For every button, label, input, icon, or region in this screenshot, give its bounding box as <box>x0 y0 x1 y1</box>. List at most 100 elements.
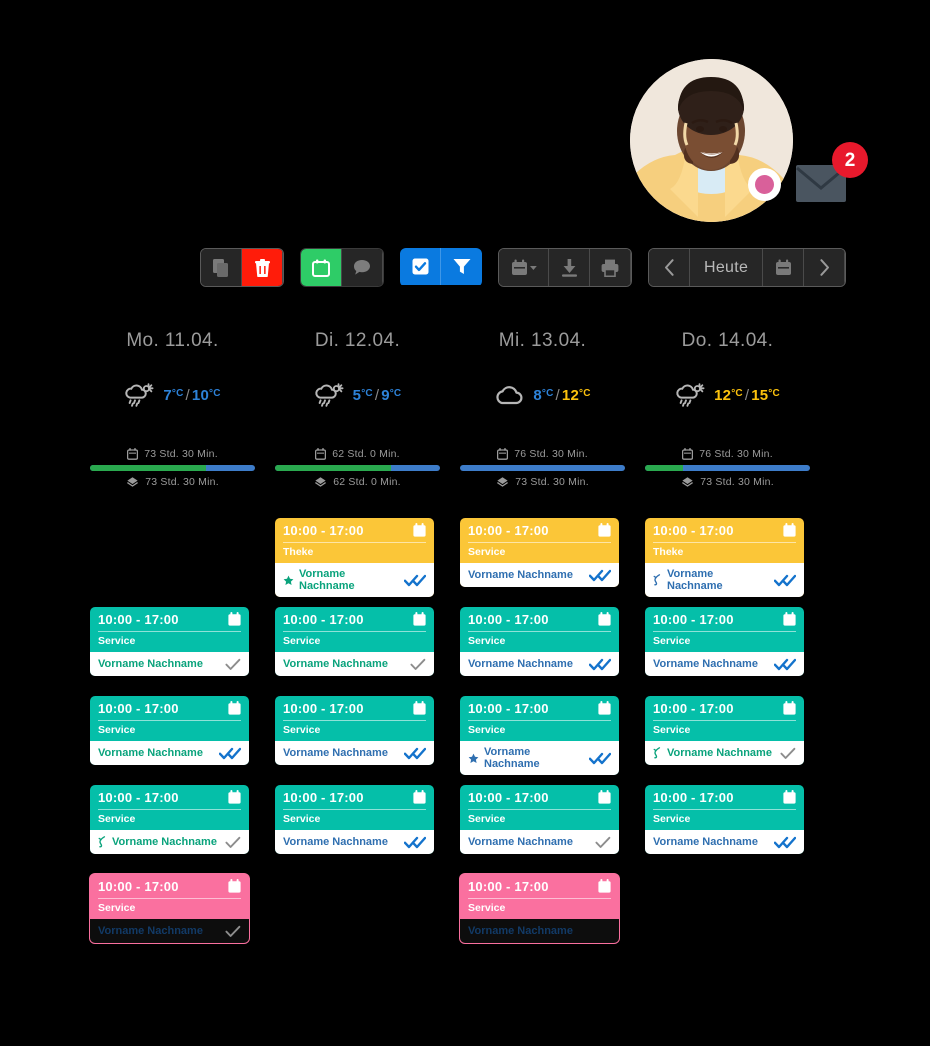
hours-progress-bar <box>460 465 625 471</box>
appointment-card[interactable]: 10:00 - 17:00 Service Vorname Nachname <box>460 696 619 775</box>
appointment-card[interactable]: 10:00 - 17:00 Service Vorname Nachname <box>90 785 249 854</box>
today-button[interactable]: Heute <box>690 249 764 286</box>
slot-row: 10:00 - 17:00 Theke Vorname Nachname <box>645 518 810 607</box>
appointment-card[interactable]: 10:00 - 17:00 Service Vorname Nachname <box>645 607 804 676</box>
copy-button[interactable] <box>201 249 242 286</box>
appointment-card[interactable]: 10:00 - 17:00 Service Vorname Nachname <box>460 785 619 854</box>
hours-progress-bar <box>90 465 255 471</box>
double-check-icon <box>774 658 796 671</box>
slot-row: 10:00 - 17:00 Theke Vorname Nachname <box>275 518 440 607</box>
appointment-footer: Vorname Nachname <box>645 652 804 676</box>
temp-low: 12 <box>714 386 732 404</box>
appointment-card[interactable]: 10:00 - 17:00 Theke Vorname Nachname <box>645 518 804 597</box>
day-column: Do. 14.04. 12°C/15°C 76 Std. 30 Min. 73 Std… <box>645 330 810 963</box>
appointment-category: Service <box>283 813 321 825</box>
check-icon <box>225 925 241 938</box>
temp-high-unit: °C <box>579 387 591 399</box>
employee-name: Vorname Nachname <box>653 836 758 848</box>
temp-high-unit: °C <box>209 387 221 399</box>
employee-name: Vorname Nachname <box>283 747 388 759</box>
delete-button[interactable] <box>242 249 283 286</box>
temp-low-unit: °C <box>361 387 373 399</box>
appointment-category: Theke <box>283 546 314 558</box>
progress-fill <box>645 465 683 471</box>
filter-button[interactable] <box>441 248 482 285</box>
calendar-button[interactable] <box>301 249 342 286</box>
planned-hours-row: 76 Std. 30 Min. <box>645 448 810 460</box>
appointment-card[interactable]: 10:00 - 17:00 Service Vorname Nachname <box>645 785 804 854</box>
progress-fill <box>275 465 391 471</box>
planned-hours-row: 76 Std. 30 Min. <box>460 448 625 460</box>
appointment-footer: Vorname Nachname <box>90 741 249 765</box>
sun-cloud-rain-icon <box>314 382 344 408</box>
appointment-footer: Vorname Nachname <box>90 830 249 854</box>
appointment-card[interactable]: 10:00 - 17:00 Service Vorname Nachname <box>275 785 434 854</box>
appointment-footer: Vorname Nachname <box>275 563 434 597</box>
calendar-dropdown-button[interactable] <box>499 249 549 286</box>
temp-high-unit: °C <box>389 387 402 399</box>
employee-name: Vorname Nachname <box>667 568 723 592</box>
planned-hours: 76 Std. 30 Min. <box>514 448 588 460</box>
cloud-icon <box>494 383 524 407</box>
messages-widget[interactable]: 2 <box>795 142 890 212</box>
temperature-range: 12°C/15°C <box>714 386 780 404</box>
appointment-list: 10:00 - 17:00 Service Vorname Nachname 10:0… <box>460 518 625 963</box>
temperature-range: 5°C/9°C <box>352 386 402 404</box>
download-button[interactable] <box>549 249 590 286</box>
appointment-header: 10:00 - 17:00 <box>460 696 619 720</box>
slot-row: 10:00 - 17:00 Service Vorname Nachname <box>645 696 810 785</box>
worked-hours-row: 73 Std. 30 Min. <box>645 476 810 488</box>
appointment-header: 10:00 - 17:00 <box>275 696 434 720</box>
appointment-card[interactable]: 10:00 - 17:00 Service Vorname Nachname <box>90 696 249 765</box>
appointment-time: 10:00 - 17:00 <box>468 523 549 538</box>
slot-row: 10:00 - 17:00 Service Vorname Nachname <box>90 696 255 785</box>
appointment-time: 10:00 - 17:00 <box>98 790 179 805</box>
calendar-icon <box>783 612 796 626</box>
appointment-card[interactable]: 10:00 - 17:00 Service Vorname Nachname <box>90 874 249 943</box>
appointment-card[interactable]: 10:00 - 17:00 Service Vorname Nachname <box>645 696 804 765</box>
date-picker-button[interactable] <box>763 249 805 286</box>
appointment-card[interactable]: 10:00 - 17:00 Service Vorname Nachname <box>275 696 434 765</box>
print-button[interactable] <box>590 249 631 286</box>
workload-icon <box>314 476 327 488</box>
planned-hours-row: 73 Std. 30 Min. <box>90 448 255 460</box>
calendar-icon <box>315 448 327 460</box>
day-label: Di. 12.04. <box>314 330 401 351</box>
appointment-header: 10:00 - 17:00 <box>460 518 619 542</box>
employee-name: Vorname Nachname <box>468 836 573 848</box>
temp-high: 15 <box>751 386 769 404</box>
status-badge <box>748 168 781 201</box>
double-check-icon <box>589 569 611 582</box>
double-check-icon <box>404 574 426 587</box>
appointment-card[interactable]: 10:00 - 17:00 Theke Vorname Nachname <box>275 518 434 597</box>
next-day-button[interactable] <box>804 249 846 286</box>
planned-hours: 62 Std. 0 Min. <box>332 448 400 460</box>
appointment-header: 10:00 - 17:00 <box>460 607 619 631</box>
appointment-category: Service <box>653 724 691 736</box>
appointment-card[interactable]: 10:00 - 17:00 Service Vorname Nachname <box>275 607 434 676</box>
appointment-card[interactable]: 10:00 - 17:00 Service Vorname Nachname <box>460 518 619 587</box>
weather-row: 8°C/12°C <box>460 378 625 412</box>
appointment-category: Service <box>283 724 321 736</box>
hours-progress-bar <box>645 465 810 471</box>
planned-hours: 76 Std. 30 Min. <box>699 448 773 460</box>
appointment-card[interactable]: 10:00 - 17:00 Service Vorname Nachname <box>460 874 619 943</box>
appointment-card[interactable]: 10:00 - 17:00 Service Vorname Nachname <box>90 607 249 676</box>
slot-row: 10:00 - 17:00 Service Vorname Nachname <box>90 874 255 963</box>
appointment-time: 10:00 - 17:00 <box>468 701 549 716</box>
employee-name: Vorname Nachname <box>468 569 573 581</box>
appointment-header: 10:00 - 17:00 <box>645 518 804 542</box>
temperature-range: 8°C/12°C <box>533 386 591 404</box>
temp-high: 10 <box>191 386 209 404</box>
appointment-time: 10:00 - 17:00 <box>468 879 549 894</box>
appointment-footer: Vorname Nachname <box>90 652 249 676</box>
appointment-card[interactable]: 10:00 - 17:00 Service Vorname Nachname <box>460 607 619 676</box>
calendar-icon <box>127 448 139 460</box>
mail-unread-badge: 2 <box>832 142 868 178</box>
toolbar: Heute <box>200 248 847 287</box>
status-dot <box>755 175 774 194</box>
sun-cloud-rain-icon <box>675 382 705 408</box>
select-all-button[interactable] <box>400 248 441 285</box>
comment-button[interactable] <box>342 249 383 286</box>
prev-day-button[interactable] <box>649 249 690 286</box>
